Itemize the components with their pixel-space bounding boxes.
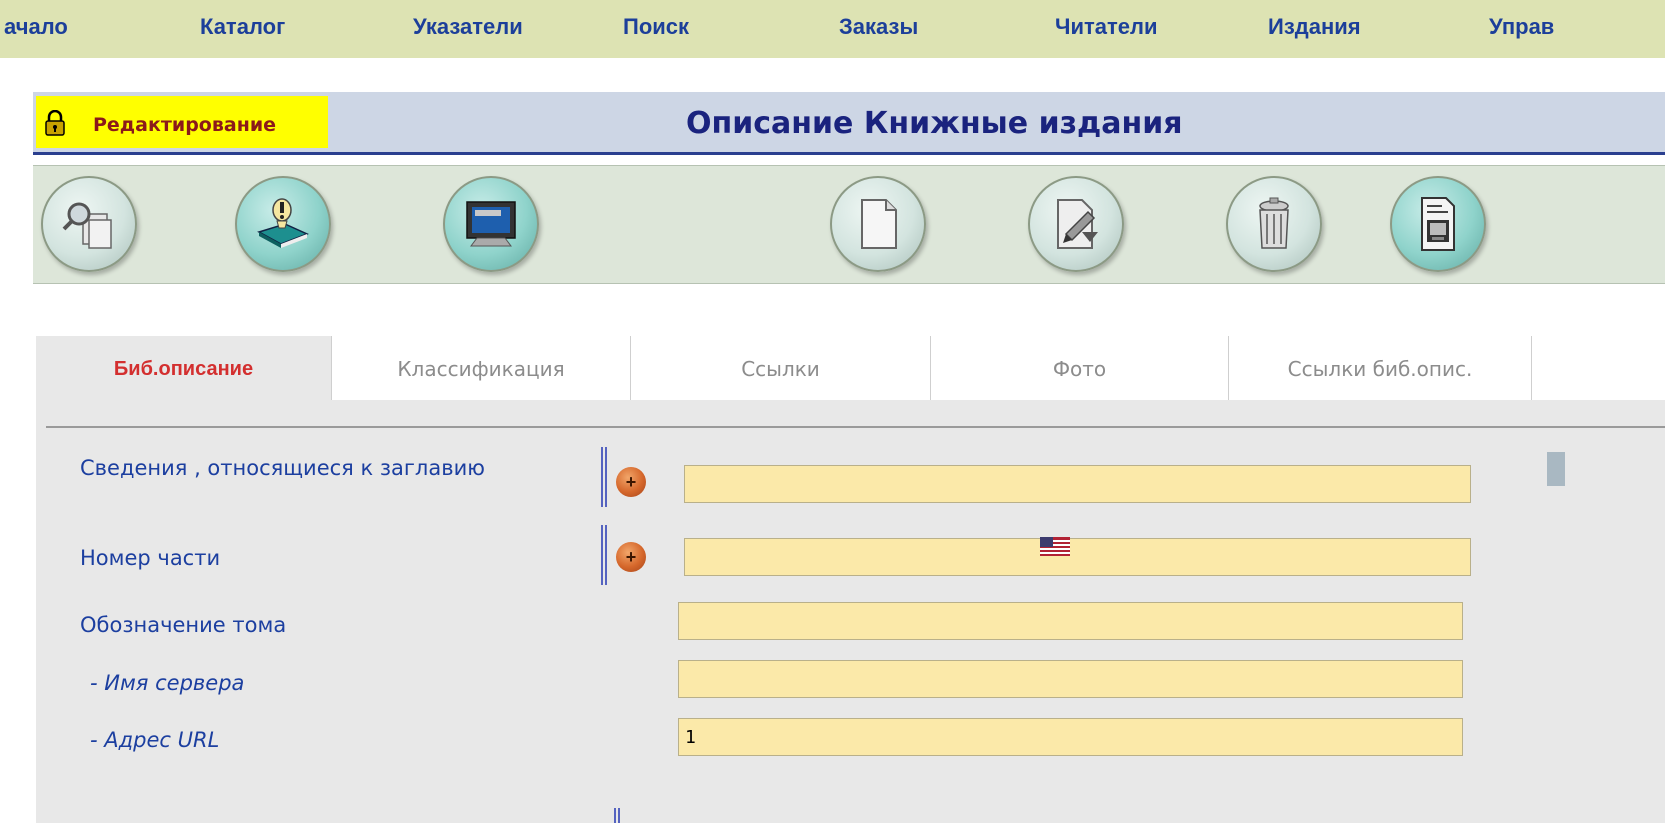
print-document-icon <box>1421 197 1455 251</box>
tab-links[interactable]: Ссылки <box>631 336 931 402</box>
divider <box>46 426 1665 428</box>
nav-item-catalog[interactable]: Каталог <box>200 14 285 40</box>
field-divider <box>601 447 607 507</box>
tab-bib-links[interactable]: Ссылки биб.опис. <box>1229 336 1532 402</box>
page-title: Описание Книжные издания <box>686 106 1183 141</box>
add-button[interactable]: + <box>616 467 646 497</box>
tab-photo[interactable]: Фото <box>931 336 1229 402</box>
edit-document-button[interactable] <box>1028 176 1124 272</box>
field-label-url: - Адрес URL <box>90 728 220 752</box>
print-document-button[interactable] <box>1390 176 1486 272</box>
new-document-icon <box>861 199 897 249</box>
search-docs-button[interactable] <box>41 176 137 272</box>
tab-bar: Биб.описание Классификация Ссылки Фото С… <box>36 336 1665 402</box>
field-label-title-info: Сведения , относящиеся к заглавию <box>80 456 485 480</box>
field-divider <box>614 808 620 823</box>
volume-input[interactable] <box>678 602 1463 640</box>
tab-bib-description[interactable]: Биб.описание <box>36 336 332 402</box>
monitor-button[interactable] <box>443 176 539 272</box>
field-label-volume: Обозначение тома <box>80 613 287 637</box>
field-divider <box>601 525 607 585</box>
book-info-icon <box>257 198 309 248</box>
edit-mode-label: Редактирование <box>93 114 277 136</box>
nav-item-indexes[interactable]: Указатели <box>413 14 523 40</box>
tab-classification[interactable]: Классификация <box>332 336 631 402</box>
top-navigation: ачало Каталог Указатели Поиск Заказы Чит… <box>0 0 1665 58</box>
new-document-button[interactable] <box>830 176 926 272</box>
add-button[interactable]: + <box>616 542 646 572</box>
nav-item-editions[interactable]: Издания <box>1268 14 1361 40</box>
server-name-input[interactable] <box>678 660 1463 698</box>
search-docs-icon <box>62 202 112 249</box>
field-label-server-name: - Имя сервера <box>90 671 245 695</box>
nav-item-search[interactable]: Поиск <box>623 14 689 40</box>
nav-item-home[interactable]: ачало <box>4 14 68 40</box>
us-flag-icon[interactable] <box>1040 537 1070 556</box>
url-input[interactable] <box>678 718 1463 756</box>
monitor-icon <box>466 201 516 247</box>
nav-item-management[interactable]: Управ <box>1489 14 1554 40</box>
book-info-button[interactable] <box>235 176 331 272</box>
edit-document-icon <box>1057 199 1098 249</box>
nav-item-readers[interactable]: Читатели <box>1055 14 1158 40</box>
scrollbar-thumb[interactable] <box>1547 452 1565 486</box>
trash-icon <box>1259 197 1289 249</box>
part-number-input[interactable] <box>684 538 1471 576</box>
nav-item-orders[interactable]: Заказы <box>839 14 918 40</box>
field-label-part-number: Номер части <box>80 546 221 570</box>
title-info-input[interactable] <box>684 465 1471 503</box>
delete-button[interactable] <box>1226 176 1322 272</box>
lock-icon <box>45 110 65 136</box>
toolbar <box>33 165 1665 284</box>
